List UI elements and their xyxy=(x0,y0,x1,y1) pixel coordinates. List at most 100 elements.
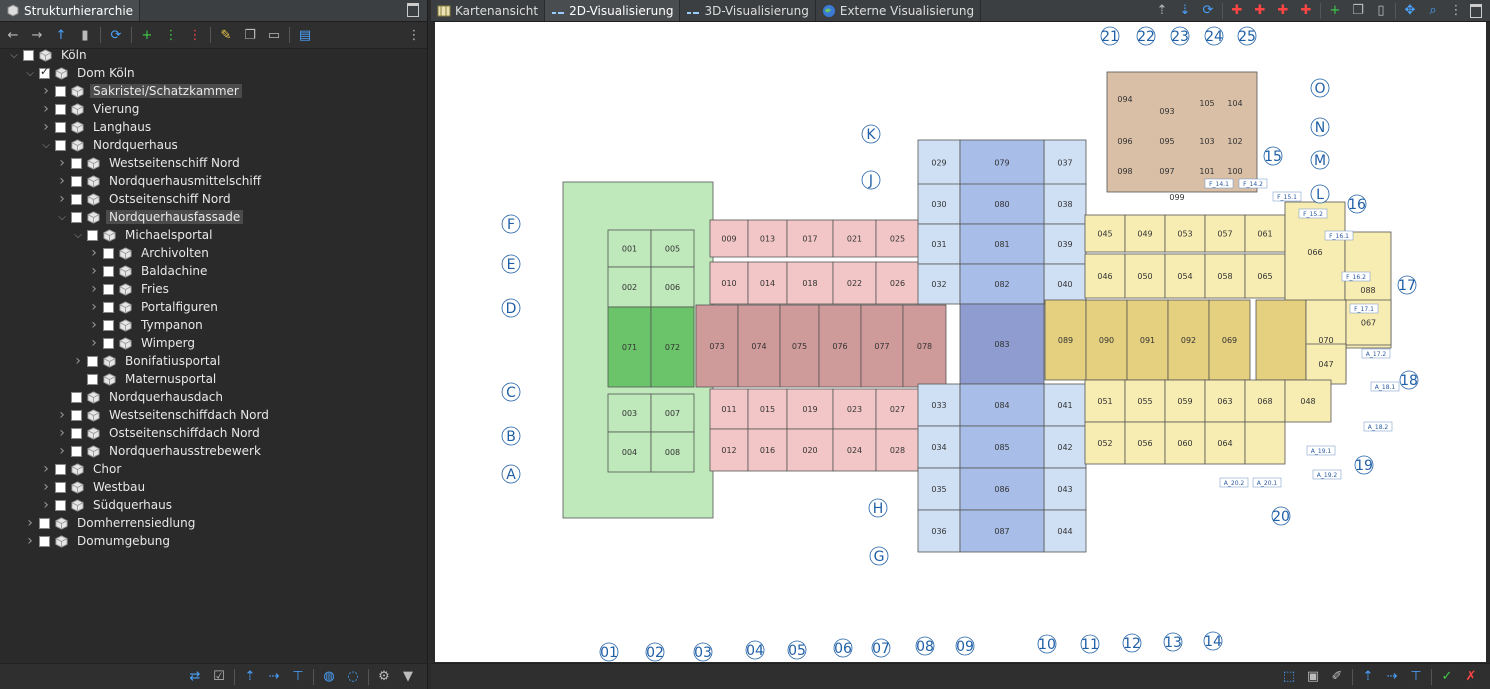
tab-2d-visualization[interactable]: 2D-Visualisierung xyxy=(545,0,681,21)
tree-node-checkbox[interactable] xyxy=(71,445,82,457)
tree-node-checkbox[interactable] xyxy=(39,65,50,79)
tree-node[interactable]: › Ostseitenschiffdach Nord xyxy=(0,424,427,442)
tree-node[interactable]: › Nordquerhausstrebewerk xyxy=(0,442,427,460)
tree-node[interactable]: › Westseitenschiff Nord xyxy=(0,154,427,172)
tree-node-checkbox[interactable] xyxy=(55,481,66,493)
chevron-right-icon[interactable]: › xyxy=(56,191,68,207)
split-icon[interactable]: ⊤ xyxy=(1407,668,1425,686)
brain-outline-icon[interactable]: ◌ xyxy=(344,668,362,686)
draw-icon[interactable]: ✐ xyxy=(1328,668,1346,686)
maximize-icon[interactable] xyxy=(1470,3,1482,18)
tree-node[interactable]: › Sakristei/Schatzkammer xyxy=(0,82,427,100)
tree-node-checkbox[interactable] xyxy=(71,175,82,187)
tree-node[interactable]: › Ostseitenschiff Nord xyxy=(0,190,427,208)
tree-node[interactable]: › Langhaus xyxy=(0,118,427,136)
chevron-right-icon[interactable]: › xyxy=(72,353,84,369)
settings-icon[interactable]: ⚙ xyxy=(375,668,393,686)
tree-node-checkbox[interactable] xyxy=(71,211,82,223)
refresh-icon[interactable]: ⟳ xyxy=(107,26,125,44)
chevron-right-icon[interactable]: › xyxy=(88,263,100,279)
tree-node[interactable]: › Bonifatiusportal xyxy=(0,352,427,370)
tree-node-checkbox[interactable] xyxy=(87,355,98,367)
export-up-icon[interactable]: ⇡ xyxy=(241,668,259,686)
tree-node-checkbox[interactable] xyxy=(87,373,98,385)
tree-node-checkbox[interactable] xyxy=(103,337,114,349)
chevron-right-icon[interactable]: › xyxy=(40,101,52,117)
document-icon[interactable]: ▯ xyxy=(1372,2,1390,20)
tree-node-checkbox[interactable] xyxy=(55,499,66,511)
export-right-icon[interactable]: ⇢ xyxy=(1383,668,1401,686)
select-rect-icon[interactable]: ⬚ xyxy=(1280,668,1298,686)
tree-node[interactable]: › Tympanon xyxy=(0,316,427,334)
tree-node-checkbox[interactable] xyxy=(71,409,82,421)
tree-node-checkbox[interactable] xyxy=(55,139,66,151)
chevron-right-icon[interactable]: › xyxy=(24,533,36,549)
floor-plan-canvas[interactable]: 001 005 002 006 071 072 003 007 004 008 009 013 017 0… xyxy=(435,22,1486,662)
tree-node-checkbox[interactable] xyxy=(71,391,82,403)
tree-node[interactable]: › Fries xyxy=(0,280,427,298)
tree-node-checkbox[interactable] xyxy=(87,229,98,241)
chevron-right-icon[interactable]: › xyxy=(56,407,68,423)
forward-arrow-icon[interactable]: → xyxy=(28,26,46,44)
chevron-right-icon[interactable]: › xyxy=(88,281,100,297)
pin-move-icon[interactable]: ✚ xyxy=(1274,2,1292,20)
pin-icon[interactable]: ✚ xyxy=(1228,2,1246,20)
chevron-right-icon[interactable]: › xyxy=(56,155,68,171)
add-node-icon[interactable]: ⋮ xyxy=(162,26,180,44)
chevron-right-icon[interactable]: › xyxy=(56,443,68,459)
tree-node-checkbox[interactable] xyxy=(23,49,34,61)
add-icon[interactable]: + xyxy=(1326,2,1344,20)
arrow-down-icon[interactable]: ⇣ xyxy=(1176,2,1194,20)
arrow-up-icon[interactable]: ⇡ xyxy=(1153,2,1171,20)
tree-node[interactable]: › Chor xyxy=(0,460,427,478)
chevron-right-icon[interactable]: › xyxy=(24,515,36,531)
tree-node[interactable]: › Domumgebung xyxy=(0,532,427,550)
tree-node[interactable]: › Westbau xyxy=(0,478,427,496)
tree-node[interactable]: › Domherrensiedlung xyxy=(0,514,427,532)
tool-green-icon[interactable]: ✓ xyxy=(1438,668,1456,686)
chevron-right-icon[interactable]: › xyxy=(40,83,52,99)
tree-node[interactable]: › Nordquerhausmittelschiff xyxy=(0,172,427,190)
chevron-down-icon[interactable]: ⌵ xyxy=(72,229,84,241)
cathedral-floor-plan[interactable]: 001 005002 006071 072003 007004 008009 013 017 0… xyxy=(435,22,1486,662)
more-menu-icon[interactable]: ⋮ xyxy=(405,26,423,44)
more-menu-icon[interactable]: ⋮ xyxy=(1447,2,1465,20)
tree-node[interactable]: › Portalfiguren xyxy=(0,298,427,316)
tree-node[interactable]: ⌵ Nordquerhausfassade xyxy=(0,208,427,226)
tree-node-checkbox[interactable] xyxy=(103,247,114,259)
tab-3d-visualization[interactable]: 3D-Visualisierung xyxy=(680,0,816,21)
tab-external-visualization[interactable]: Externe Visualisierung xyxy=(816,0,982,21)
delete-icon[interactable]: ▮ xyxy=(76,26,94,44)
move-icon[interactable]: ✥ xyxy=(1401,2,1419,20)
tree-node[interactable]: › Archivolten xyxy=(0,244,427,262)
tree-node[interactable]: › Wimperg xyxy=(0,334,427,352)
chevron-down-icon[interactable]: ⌵ xyxy=(24,67,36,79)
tree-node[interactable]: › Vierung xyxy=(0,100,427,118)
edit-pencil-icon[interactable]: ✎ xyxy=(217,26,235,44)
brain-icon[interactable]: ◍ xyxy=(320,668,338,686)
tree-node[interactable]: › Westseitenschiffdach Nord xyxy=(0,406,427,424)
tree-node-checkbox[interactable] xyxy=(103,301,114,313)
tree-node-checkbox[interactable] xyxy=(71,427,82,439)
remove-node-icon[interactable]: ⋮ xyxy=(186,26,204,44)
export-up-icon[interactable]: ⇡ xyxy=(1359,668,1377,686)
tree-node-checkbox[interactable] xyxy=(71,193,82,205)
chevron-right-icon[interactable]: › xyxy=(40,479,52,495)
check-all-icon[interactable]: ☑ xyxy=(210,668,228,686)
tree-node-checkbox[interactable] xyxy=(55,103,66,115)
chevron-right-icon[interactable]: › xyxy=(88,245,100,261)
zoom-icon[interactable]: ⌕ xyxy=(1424,2,1442,20)
tree-node[interactable]: Maternusportal xyxy=(0,370,427,388)
tree-node-checkbox[interactable] xyxy=(39,517,50,529)
copy-icon[interactable]: ❐ xyxy=(241,26,259,44)
fit-view-icon[interactable]: ▣ xyxy=(1304,668,1322,686)
filter-icon[interactable]: ▼ xyxy=(399,668,417,686)
tree-node-checkbox[interactable] xyxy=(103,319,114,331)
pin-add-icon[interactable]: ✚ xyxy=(1251,2,1269,20)
copy-icon[interactable]: ❐ xyxy=(1349,2,1367,20)
pin-remove-icon[interactable]: ✚ xyxy=(1297,2,1315,20)
chevron-down-icon[interactable]: ⌵ xyxy=(56,211,68,223)
link-icon[interactable]: ⇄ xyxy=(186,668,204,686)
export-right-icon[interactable]: ⇢ xyxy=(265,668,283,686)
chevron-right-icon[interactable]: › xyxy=(40,461,52,477)
